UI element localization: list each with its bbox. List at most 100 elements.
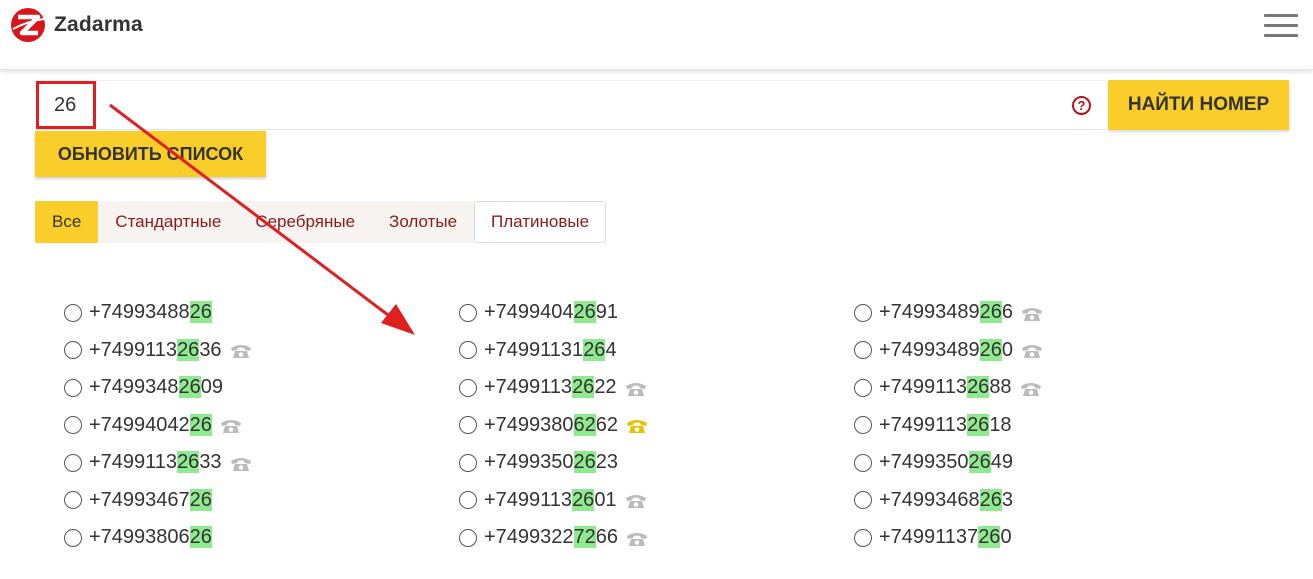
brand-name[interactable]: Zadarma — [54, 13, 143, 37]
number-option[interactable]: +74991132601 — [459, 482, 839, 520]
number-radio[interactable] — [64, 378, 82, 397]
number-radio[interactable] — [459, 491, 477, 510]
phone-number: +74991131264 — [484, 338, 617, 361]
match-highlight: 26 — [572, 376, 595, 399]
number-radio[interactable] — [854, 491, 872, 510]
number-option[interactable]: +74993482609 — [64, 369, 444, 407]
tab-silver[interactable]: Серебряные — [238, 201, 373, 243]
number-category-tabs: Все Стандартные Серебряные Золотые Плати… — [35, 201, 607, 243]
number-radio[interactable] — [854, 378, 872, 397]
number-radio[interactable] — [854, 341, 872, 360]
number-option[interactable]: +7499348826 — [64, 294, 444, 332]
number-option[interactable]: +74991132618 — [854, 407, 1234, 445]
number-column: +74994042691 +74991131264 +74991132622 +749… — [459, 294, 839, 557]
number-option[interactable]: +74991131264 — [459, 332, 839, 370]
match-highlight: 26 — [178, 376, 201, 399]
desk-phone-icon — [1021, 305, 1043, 321]
number-radio[interactable] — [459, 416, 477, 435]
desk-phone-icon — [625, 492, 647, 509]
header: Zadarma — [0, 0, 1313, 70]
number-option[interactable]: +74993227266 — [459, 519, 839, 557]
match-highlight: 26 — [979, 338, 1002, 361]
match-highlight: 26 — [967, 376, 990, 399]
number-radio[interactable] — [64, 528, 82, 547]
question-icon[interactable]: ? — [1072, 96, 1091, 115]
desk-phone-icon — [1020, 380, 1042, 396]
number-search-input[interactable] — [36, 81, 1056, 129]
number-option[interactable]: +74991132633 — [64, 444, 444, 482]
phone-number: +74991137260 — [879, 526, 1012, 549]
number-option[interactable]: +74991132622 — [459, 369, 839, 407]
desk-phone-icon — [1021, 342, 1043, 359]
tab-platinum[interactable]: Платиновые — [474, 201, 607, 243]
number-option[interactable]: +74993502623 — [459, 444, 839, 482]
number-column: +74993489266 +74993489260 +74991132688 +749… — [854, 294, 1234, 557]
number-column: +7499348826 +74991132636 +74993482609 +7499… — [64, 294, 444, 557]
find-number-button[interactable]: НАЙТИ НОМЕР — [1108, 80, 1289, 130]
match-highlight: 62 — [573, 413, 596, 436]
desk-phone-icon — [230, 342, 252, 359]
phone-number: +74993489266 — [879, 301, 1014, 324]
number-radio[interactable] — [64, 416, 82, 435]
phone-number: +74993468263 — [879, 488, 1014, 511]
number-option[interactable]: +7499346726 — [64, 482, 444, 520]
match-highlight: 26 — [979, 301, 1002, 324]
match-highlight: 26 — [573, 451, 596, 474]
number-option[interactable]: +74993806262 — [459, 407, 839, 445]
match-highlight: 26 — [967, 413, 990, 436]
number-radio[interactable] — [64, 491, 82, 510]
tab-standard[interactable]: Стандартные — [98, 201, 239, 243]
phone-number: +74993806262 — [484, 413, 619, 436]
phone-number: +74991132633 — [89, 451, 222, 474]
number-radio[interactable] — [459, 453, 477, 472]
number-option[interactable]: +7499380626 — [64, 519, 444, 557]
tab-all[interactable]: Все — [35, 201, 99, 243]
desk-phone-icon — [625, 380, 647, 396]
match-highlight: 26 — [978, 526, 1001, 549]
number-radio[interactable] — [64, 453, 82, 472]
match-highlight: 26 — [583, 338, 606, 361]
number-radio[interactable] — [64, 303, 82, 322]
match-highlight: 72 — [573, 526, 596, 549]
number-radio[interactable] — [459, 341, 477, 360]
number-option[interactable]: +74991132688 — [854, 369, 1234, 407]
number-radio[interactable] — [459, 528, 477, 547]
hamburger-menu-icon[interactable] — [1264, 14, 1298, 38]
search-bar: ? — [36, 80, 1106, 130]
number-option[interactable]: +74993489266 — [854, 294, 1234, 332]
phone-number: +74993502649 — [879, 451, 1014, 474]
number-radio[interactable] — [854, 528, 872, 547]
number-radio[interactable] — [854, 416, 872, 435]
number-option[interactable]: +74993468263 — [854, 482, 1234, 520]
match-highlight: 26 — [572, 488, 595, 511]
phone-number: +74993482609 — [89, 376, 224, 399]
phone-number: +74993227266 — [484, 526, 619, 549]
match-highlight: 26 — [968, 451, 991, 474]
number-radio[interactable] — [64, 341, 82, 360]
number-option[interactable]: +74993489260 — [854, 332, 1234, 370]
phone-number: +74991132601 — [484, 488, 617, 511]
match-highlight: 26 — [189, 488, 212, 511]
zadarma-logo-icon[interactable] — [10, 7, 46, 43]
number-radio[interactable] — [854, 453, 872, 472]
number-radio[interactable] — [854, 303, 872, 322]
number-option[interactable]: +74993502649 — [854, 444, 1234, 482]
match-highlight: 26 — [189, 526, 212, 549]
number-option[interactable]: +74994042691 — [459, 294, 839, 332]
number-option[interactable]: +74991132636 — [64, 332, 444, 370]
phone-number: +74993502623 — [484, 451, 619, 474]
tab-gold[interactable]: Золотые — [372, 201, 475, 243]
match-highlight: 26 — [979, 488, 1002, 511]
phone-number: +7499346726 — [89, 488, 212, 511]
number-option[interactable]: +74991137260 — [854, 519, 1234, 557]
phone-number: +74991132636 — [89, 338, 222, 361]
number-option[interactable]: +7499404226 — [64, 407, 444, 445]
phone-number: +74993489260 — [879, 338, 1014, 361]
refresh-list-button[interactable]: ОБНОВИТЬ СПИСОК — [35, 131, 266, 177]
match-highlight: 26 — [189, 413, 212, 436]
match-highlight: 26 — [177, 451, 200, 474]
number-radio[interactable] — [459, 303, 477, 322]
desk-phone-icon — [220, 417, 242, 434]
phone-number: +7499404226 — [89, 413, 212, 436]
number-radio[interactable] — [459, 378, 477, 397]
